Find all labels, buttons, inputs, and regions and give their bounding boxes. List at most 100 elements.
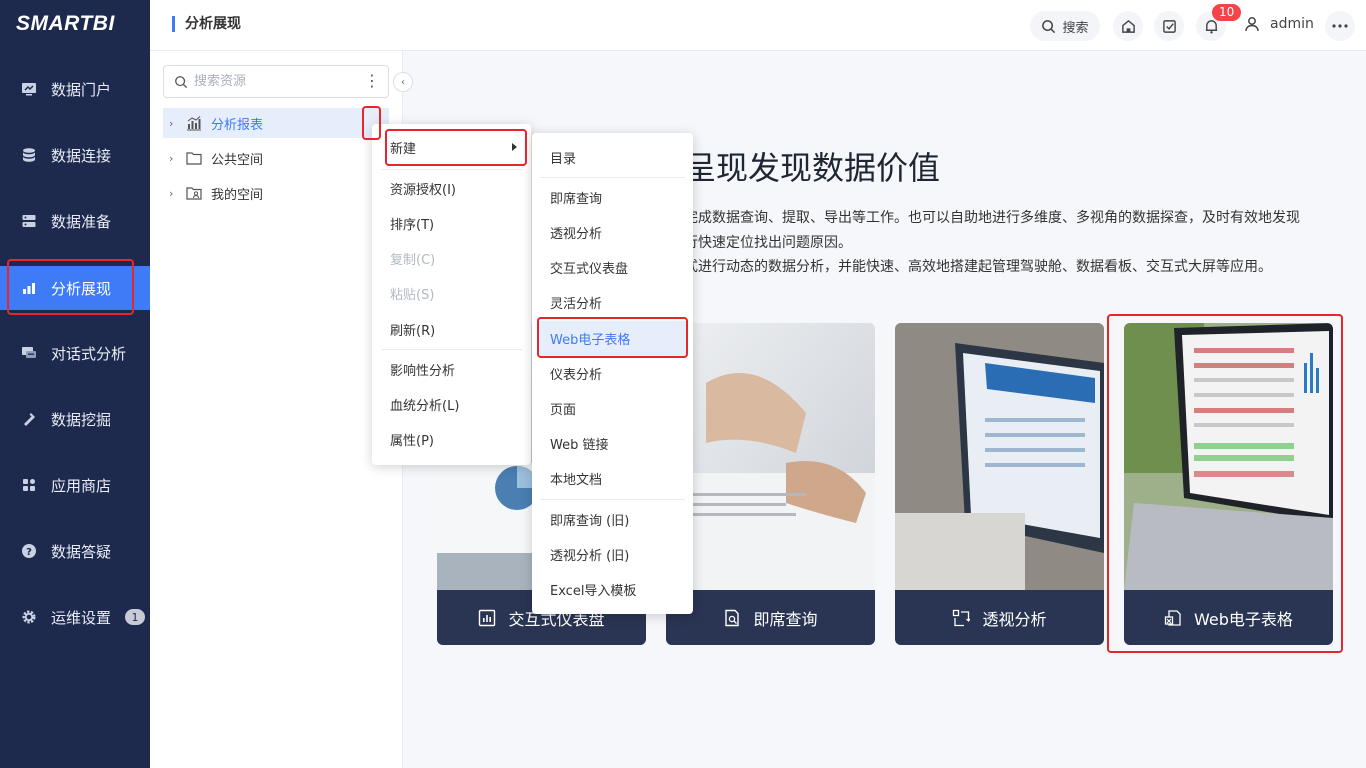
sidebar-item-data-portal[interactable]: 数据门户	[0, 67, 150, 111]
sidebar-item-chat-analysis[interactable]: 对话式分析	[0, 331, 150, 375]
submenu-item-web-spreadsheet[interactable]: Web电子表格	[538, 321, 687, 356]
menu-item-label: 即席查询	[550, 192, 603, 207]
menu-item-label: 粘贴(S)	[390, 288, 435, 303]
hero-desc-line-3: 式进行动态的数据分析，并能快速、高效地搭建起管理驾驶舱、数据看板、交互式大屏等应…	[684, 259, 1272, 275]
menu-item-label: Excel导入模板	[550, 584, 637, 599]
submenu-item-local-document[interactable]: 本地文档	[532, 461, 693, 496]
tree-item-my-space[interactable]: › 我的空间	[163, 178, 389, 208]
sidebar-item-data-prep[interactable]: 数据准备	[0, 199, 150, 243]
spreadsheet-icon	[1164, 609, 1181, 626]
sidebar-item-label: 数据答疑	[51, 542, 112, 561]
menu-item-label: 刷新(R)	[390, 324, 436, 339]
tree-item-analysis-reports[interactable]: › 分析报表 ⋮	[163, 108, 389, 138]
more-options-button[interactable]	[1325, 11, 1355, 41]
menu-item-label: 页面	[550, 403, 577, 418]
menu-item-impact-analysis[interactable]: 影响性分析	[372, 352, 531, 387]
menu-item-copy[interactable]: 复制(C)	[372, 241, 531, 276]
hero-desc-line-1: 完成数据查询、提取、导出等工作。也可以自助地进行多维度、多视角的数据探查，及时有…	[684, 210, 1300, 226]
sidebar-item-data-mining[interactable]: 数据挖掘	[0, 397, 150, 441]
submenu-item-pivot-analysis-legacy[interactable]: 透视分析 (旧)	[532, 537, 693, 572]
sidebar-item-data-connection[interactable]: 数据连接	[0, 133, 150, 177]
sidebar-item-data-qa[interactable]: ? 数据答疑	[0, 529, 150, 573]
bar-chart-icon	[20, 279, 38, 297]
chevron-right-icon[interactable]: ›	[163, 117, 181, 130]
submenu-item-pivot-analysis[interactable]: 透视分析	[532, 215, 693, 250]
menu-item-label: 仪表分析	[550, 368, 603, 383]
monitor-chart-icon	[20, 80, 38, 98]
sidebar-item-label: 分析展现	[51, 279, 112, 298]
menu-divider	[540, 177, 685, 178]
card-web-spreadsheet[interactable]: Web电子表格	[1124, 323, 1333, 645]
caret-right-icon	[512, 143, 517, 151]
submenu-item-adhoc-query-legacy[interactable]: 即席查询 (旧)	[532, 502, 693, 537]
menu-item-label: 透视分析 (旧)	[550, 549, 630, 564]
search-label: 搜索	[1062, 20, 1089, 36]
submenu-item-gauge-analysis[interactable]: 仪表分析	[532, 356, 693, 391]
server-icon	[20, 212, 38, 230]
menu-item-label: Web 链接	[550, 438, 609, 453]
menu-item-label: 灵活分析	[550, 297, 603, 312]
menu-divider	[540, 499, 685, 500]
sidebar-item-label: 数据挖掘	[51, 410, 112, 429]
card-photo	[1124, 323, 1333, 590]
submenu-item-flexible-analysis[interactable]: 灵活分析	[532, 285, 693, 320]
home-icon	[1121, 19, 1135, 33]
menu-divider	[382, 169, 522, 170]
card-label: 透视分析	[982, 609, 1047, 629]
menu-item-paste[interactable]: 粘贴(S)	[372, 276, 531, 311]
new-submenu: 目录 即席查询 透视分析 交互式仪表盘 灵活分析 Web电子表格 仪表分析 页面…	[532, 133, 693, 614]
sidebar-item-analysis[interactable]: 分析展现	[0, 266, 150, 310]
more-horizontal-icon	[1332, 24, 1348, 28]
card-label: Web电子表格	[1194, 609, 1293, 629]
chevron-left-icon: ‹	[401, 76, 405, 88]
menu-item-refresh[interactable]: 刷新(R)	[372, 312, 531, 347]
chevron-right-icon[interactable]: ›	[163, 187, 181, 200]
card-adhoc-query[interactable]: 即席查询	[666, 323, 875, 645]
global-search-button[interactable]: 搜索	[1030, 11, 1100, 41]
hero-desc-line-2: 行快速定位找出问题原因。	[684, 235, 852, 251]
sidebar-item-label: 数据准备	[51, 212, 112, 231]
menu-item-label: 新建	[390, 142, 417, 157]
submenu-item-page[interactable]: 页面	[532, 391, 693, 426]
bell-icon	[1205, 19, 1217, 34]
user-menu[interactable]: admin	[1244, 16, 1314, 32]
menu-item-sort[interactable]: 排序(T)	[372, 206, 531, 241]
menu-item-resource-auth[interactable]: 资源授权(I)	[372, 171, 531, 206]
tree-item-label: 我的空间	[211, 187, 264, 203]
notification-count-badge: 10	[1212, 4, 1242, 21]
menu-item-new[interactable]: 新建	[372, 130, 531, 165]
card-photo	[666, 323, 875, 590]
submenu-item-adhoc-query[interactable]: 即席查询	[532, 180, 693, 215]
tree-item-public-space[interactable]: › 公共空间	[163, 143, 389, 173]
menu-item-properties[interactable]: 属性(P)	[372, 422, 531, 457]
sidebar: SMARTBI 数据门户 数据连接 数据准备 分析展现 对话式分析 数据挖掘 应…	[0, 0, 150, 768]
home-button[interactable]	[1113, 11, 1143, 41]
tree-more-icon[interactable]: ⋮	[364, 72, 380, 90]
menu-item-label: 属性(P)	[390, 434, 434, 449]
submenu-item-interactive-dashboard[interactable]: 交互式仪表盘	[532, 250, 693, 285]
pickaxe-icon	[20, 410, 38, 428]
tree-context-menu: 新建 资源授权(I) 排序(T) 复制(C) 粘贴(S) 刷新(R) 影响性分析…	[372, 124, 531, 465]
card-pivot-analysis[interactable]: 透视分析	[895, 323, 1104, 645]
resource-tree-panel: ⋮ › 分析报表 ⋮ › 公共空间 › 我的空间	[150, 51, 403, 768]
menu-item-lineage-analysis[interactable]: 血统分析(L)	[372, 387, 531, 422]
sidebar-item-label: 数据门户	[51, 80, 112, 99]
menu-item-label: 交互式仪表盘	[550, 262, 629, 277]
sidebar-item-app-store[interactable]: 应用商店	[0, 463, 150, 507]
menu-item-label: 目录	[550, 152, 577, 167]
search-icon	[175, 75, 188, 88]
settings-badge: 1	[125, 609, 146, 625]
submenu-item-excel-import-template[interactable]: Excel导入模板	[532, 572, 693, 607]
sidebar-item-ops-settings[interactable]: 运维设置 1	[0, 595, 150, 639]
menu-item-label: 血统分析(L)	[390, 399, 460, 414]
resource-search-input[interactable]	[194, 74, 364, 89]
chevron-right-icon[interactable]: ›	[163, 152, 181, 165]
sidebar-item-label: 运维设置	[51, 608, 112, 627]
tasks-button[interactable]	[1154, 11, 1184, 41]
collapse-panel-button[interactable]: ‹	[393, 72, 413, 92]
card-label-bar: Web电子表格	[1124, 590, 1333, 645]
submenu-item-directory[interactable]: 目录	[532, 140, 693, 175]
menu-divider	[382, 349, 522, 350]
page-title: 分析展现	[172, 16, 241, 32]
submenu-item-web-link[interactable]: Web 链接	[532, 426, 693, 461]
